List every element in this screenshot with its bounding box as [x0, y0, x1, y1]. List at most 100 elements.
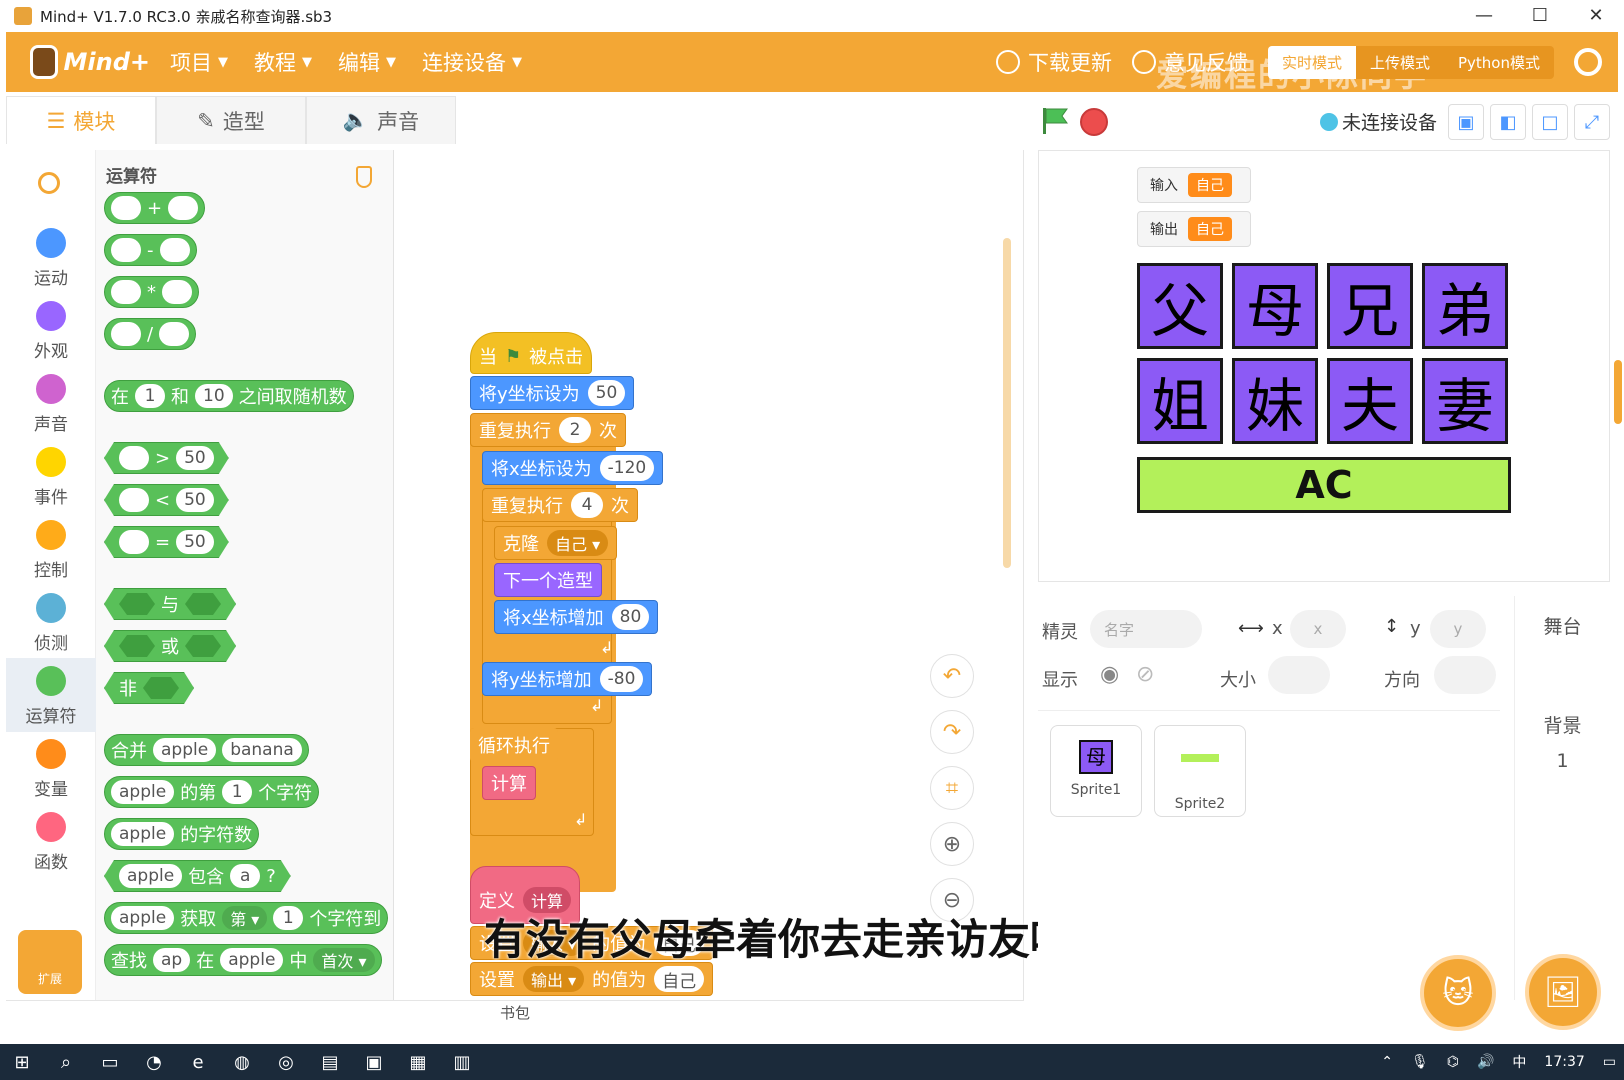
block-subtract[interactable]: - — [104, 234, 197, 266]
block-change-y[interactable]: 将y坐标增加 -80 — [482, 662, 653, 696]
block-repeat-outer[interactable]: 重复执行 2 次 — [470, 413, 626, 447]
right-scrollbar[interactable] — [1614, 360, 1622, 424]
search-icon[interactable] — [38, 172, 60, 194]
tile-older-brother[interactable]: 兄 — [1327, 263, 1413, 349]
direction-field[interactable] — [1434, 656, 1496, 694]
mode-upload[interactable]: 上传模式 — [1355, 45, 1444, 79]
block-and[interactable]: 与 — [104, 588, 236, 620]
script-area[interactable]: 当 ⚑ 被点击 将y坐标设为 50 重复执行 2 次 将x坐标设为 -120 重复执行 4 次 … — [394, 150, 1024, 1000]
notification-icon[interactable]: ▭ — [1603, 1054, 1616, 1070]
category-variables[interactable]: 变量 — [6, 739, 96, 800]
ime-indicator[interactable]: 中 — [1512, 1052, 1526, 1072]
tile-younger-brother[interactable]: 弟 — [1422, 263, 1508, 349]
tile-father[interactable]: 父 — [1137, 263, 1223, 349]
stage[interactable]: 输入 自己 输出 自己 父 母 兄 弟 姐 妹 夫 妻 AC — [1038, 150, 1610, 582]
edge-icon[interactable]: e — [176, 1044, 220, 1080]
download-update-button[interactable]: 下载更新 — [995, 47, 1112, 77]
mindplus-taskbar-icon[interactable]: ▣ — [352, 1044, 396, 1080]
maximize-button[interactable]: ☐ — [1512, 0, 1568, 32]
script-scrollbar[interactable] — [1003, 238, 1011, 568]
block-add[interactable]: + — [104, 192, 206, 224]
block-next-costume[interactable]: 下一个造型 — [494, 563, 602, 597]
category-motion[interactable]: 运动 — [6, 228, 96, 289]
menu-tutorial[interactable]: 教程 ▼ — [254, 47, 312, 77]
tile-older-sister[interactable]: 姐 — [1137, 358, 1223, 444]
block-letter-of[interactable]: apple 的第 1 个字符 — [104, 776, 320, 808]
fullscreen-icon[interactable]: ⤢ — [1574, 104, 1610, 140]
layout-large-stage-icon[interactable]: □ — [1532, 104, 1568, 140]
category-sound[interactable]: 声音 — [6, 374, 96, 435]
block-repeat-inner[interactable]: 重复执行 4 次 — [482, 488, 638, 522]
block-set-output[interactable]: 设置 输出 ▾ 的值为 自己 — [470, 962, 714, 996]
layout-small-stage-icon[interactable]: ▣ — [1448, 104, 1484, 140]
wechat-icon[interactable]: ◍ — [220, 1044, 264, 1080]
tile-husband[interactable]: 夫 — [1327, 358, 1413, 444]
extensions-button[interactable]: 扩展 — [18, 930, 82, 994]
green-flag-button[interactable] — [1040, 106, 1070, 136]
menu-connect-device[interactable]: 连接设备 ▼ — [422, 47, 522, 77]
block-call-calc[interactable]: 计算 — [482, 766, 536, 800]
tile-younger-sister[interactable]: 妹 — [1232, 358, 1318, 444]
redo-icon[interactable]: ↷ — [930, 710, 974, 754]
category-control[interactable]: 控制 — [6, 520, 96, 581]
block-greater-than[interactable]: >50 — [104, 442, 229, 474]
document-taskbar-icon[interactable]: ▥ — [440, 1044, 484, 1080]
block-length-of[interactable]: apple 的字符数 — [104, 818, 260, 850]
result-display[interactable]: AC — [1137, 457, 1511, 513]
y-field[interactable]: y — [1430, 610, 1486, 648]
close-button[interactable]: ✕ — [1568, 0, 1624, 32]
chrome-icon[interactable]: ◎ — [264, 1044, 308, 1080]
pin-icon[interactable] — [356, 166, 372, 188]
eye-show-icon[interactable]: ◉ — [1100, 662, 1119, 687]
mode-python[interactable]: Python模式 — [1444, 45, 1554, 79]
add-backdrop-icon[interactable]: 🖼 — [1525, 954, 1601, 1030]
block-contains[interactable]: apple 包含 a? — [104, 860, 291, 892]
x-field[interactable]: x — [1290, 610, 1346, 648]
volume-icon[interactable]: 🔊 — [1477, 1054, 1494, 1070]
tray-chevron-icon[interactable]: ⌃ — [1381, 1054, 1393, 1070]
block-divide[interactable]: / — [104, 318, 197, 350]
microphone-icon[interactable]: 🎙 — [1411, 1054, 1429, 1070]
folder-icon[interactable]: ▤ — [308, 1044, 352, 1080]
eye-hide-icon[interactable]: ⊘ — [1136, 662, 1154, 687]
mode-realtime[interactable]: 实时模式 — [1267, 45, 1356, 79]
clock[interactable]: 17:37 — [1544, 1054, 1584, 1070]
crop-icon[interactable]: ⌗ — [930, 766, 974, 810]
category-functions[interactable]: 函数 — [6, 812, 96, 873]
task-view-icon[interactable]: ▭ — [88, 1044, 132, 1080]
block-when-flag-clicked[interactable]: 当 ⚑ 被点击 — [470, 332, 593, 374]
stop-button[interactable] — [1080, 108, 1108, 136]
block-not[interactable]: 非 — [104, 672, 194, 704]
stage-pane[interactable]: 舞台 背景 1 🖼 — [1514, 596, 1610, 1030]
block-random[interactable]: 在 1 和 10 之间取随机数 — [104, 380, 354, 412]
block-find[interactable]: 查找 ap 在 apple 中首次 ▾ — [104, 944, 382, 976]
window-taskbar-icon[interactable]: ▦ — [396, 1044, 440, 1080]
block-substring[interactable]: apple 获取第 ▾ 1 个字符到 — [104, 902, 389, 934]
size-field[interactable] — [1268, 656, 1330, 694]
zoom-in-icon[interactable]: ⊕ — [930, 822, 974, 866]
gear-icon[interactable] — [1574, 48, 1602, 76]
undo-icon[interactable]: ↶ — [930, 654, 974, 698]
block-forever[interactable]: 循环执行 — [470, 728, 558, 762]
block-join[interactable]: 合并 apple banana — [104, 734, 309, 766]
menu-project[interactable]: 项目 ▼ — [170, 47, 228, 77]
category-events[interactable]: 事件 — [6, 447, 96, 508]
block-equals[interactable]: = 50 — [104, 526, 229, 558]
tab-blocks[interactable]: ☰ 模块 — [6, 96, 156, 144]
network-icon[interactable]: ⌬ — [1447, 1054, 1459, 1070]
windows-start-icon[interactable]: ⊞ — [0, 1044, 44, 1080]
tile-mother[interactable]: 母 — [1232, 263, 1318, 349]
layout-medium-stage-icon[interactable]: ◧ — [1490, 104, 1526, 140]
app-browser-icon[interactable]: ◔ — [132, 1044, 176, 1080]
block-or[interactable]: 或 — [104, 630, 236, 662]
sprite-thumb-sprite1[interactable]: 母 Sprite1 — [1050, 725, 1142, 817]
sprite-name-field[interactable]: 名字 — [1090, 610, 1202, 648]
category-sensing[interactable]: 侦测 — [6, 593, 96, 654]
tile-wife[interactable]: 妻 — [1422, 358, 1508, 444]
block-less-than[interactable]: <50 — [104, 484, 229, 516]
category-operators[interactable]: 运算符 — [6, 658, 96, 732]
block-set-y[interactable]: 将y坐标设为 50 — [470, 376, 635, 410]
block-set-x[interactable]: 将x坐标设为 -120 — [482, 451, 664, 485]
menu-edit[interactable]: 编辑 ▼ — [338, 47, 396, 77]
category-looks[interactable]: 外观 — [6, 301, 96, 362]
